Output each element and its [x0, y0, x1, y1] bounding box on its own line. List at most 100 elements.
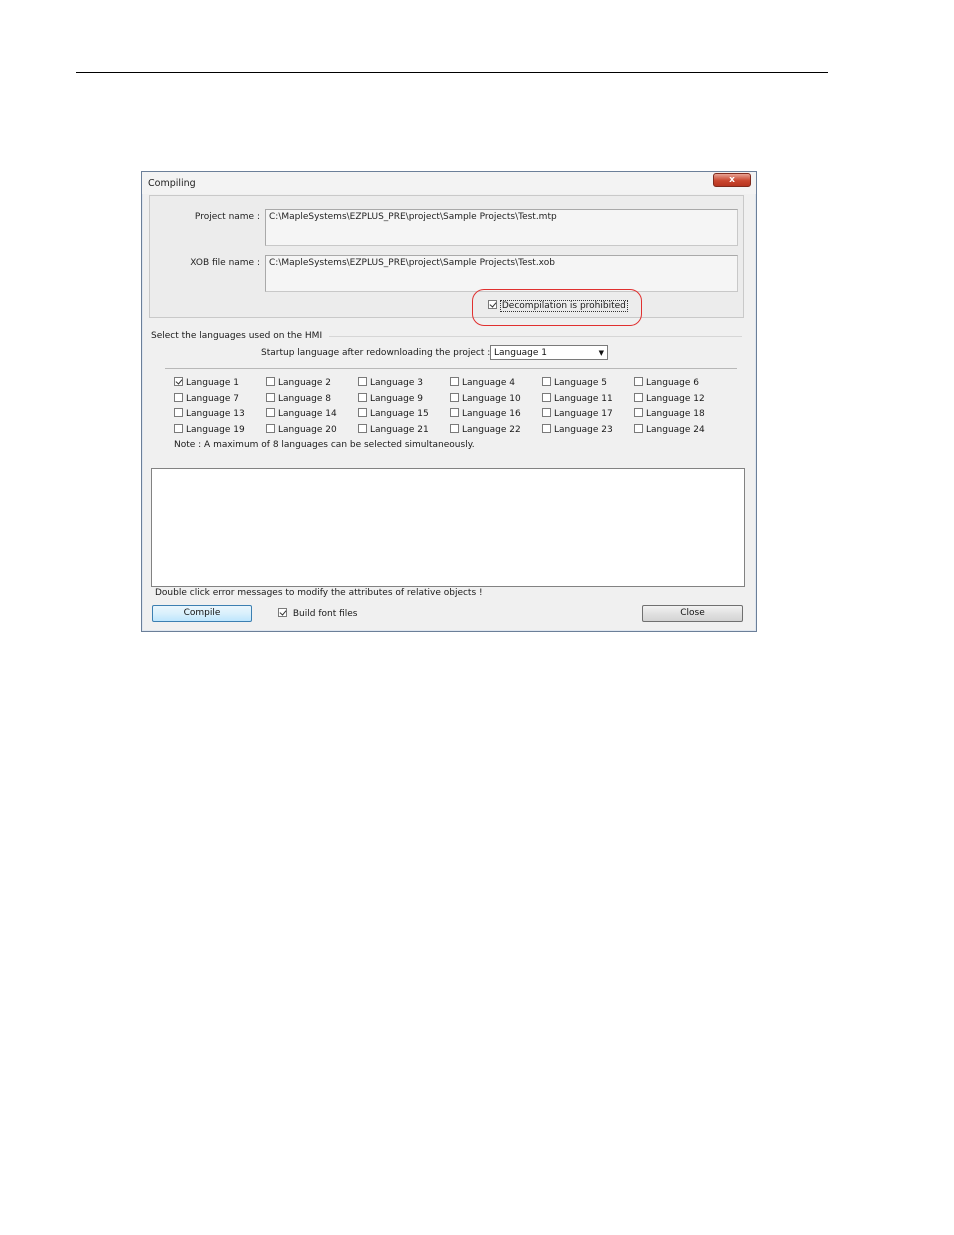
checkbox-icon[interactable]	[542, 377, 551, 386]
page-header-rule	[76, 72, 828, 73]
language-label: Language 10	[462, 393, 521, 404]
language-label: Language 24	[646, 424, 705, 435]
language-label: Language 15	[370, 409, 429, 419]
checkbox-icon[interactable]	[634, 377, 643, 386]
language-checkbox[interactable]: Language 19	[174, 423, 245, 435]
language-checkbox[interactable]: Language 3	[358, 377, 423, 388]
language-checkbox[interactable]: Language 4	[450, 377, 515, 388]
language-label: Language 20	[278, 424, 337, 435]
language-label: Language 23	[554, 424, 613, 435]
language-label: Language 14	[278, 409, 337, 419]
language-label: Language 19	[186, 424, 245, 435]
checkbox-icon[interactable]	[174, 377, 183, 386]
checkbox-icon[interactable]	[542, 392, 551, 402]
checkbox-icon[interactable]	[358, 408, 367, 417]
language-checkbox[interactable]: Language 18	[634, 408, 705, 419]
language-label: Language 1	[186, 378, 240, 388]
checkbox-icon[interactable]	[634, 423, 643, 433]
language-label: Language 16	[462, 409, 521, 419]
language-checkbox[interactable]: Language 8	[266, 392, 332, 404]
language-label: Language 18	[646, 409, 705, 419]
languages-group-title: Select the languages used on the HMI	[151, 331, 327, 341]
dropdown-arrow-icon[interactable]: ▼	[599, 349, 604, 357]
checkbox-icon[interactable]	[174, 392, 183, 402]
checkbox-icon[interactable]	[358, 377, 367, 386]
checkbox-icon[interactable]	[266, 377, 275, 386]
compiling-dialog: Compiling x Project name : C:\MapleSyste…	[141, 171, 757, 632]
language-checkbox[interactable]: Language 5	[542, 377, 607, 388]
language-label: Language 3	[370, 378, 424, 388]
language-label: Language 9	[370, 393, 424, 404]
language-label: Language 17	[554, 409, 613, 419]
checkbox-icon[interactable]	[450, 408, 459, 417]
checkbox-icon[interactable]	[266, 408, 275, 417]
language-checkbox[interactable]: Language 6	[634, 377, 699, 388]
error-hint-text: Double click error messages to modify th…	[155, 588, 483, 598]
error-message-list[interactable]	[151, 468, 745, 587]
language-checkbox[interactable]: Language 23	[542, 423, 613, 435]
startup-language-value: Language 1	[494, 348, 548, 358]
language-checkbox[interactable]: Language 12	[634, 392, 705, 404]
checkbox-icon[interactable]	[266, 392, 275, 402]
language-checkbox[interactable]: Language 1	[174, 377, 239, 388]
language-checkbox[interactable]: Language 15	[358, 408, 429, 419]
language-checkbox[interactable]: Language 13	[174, 408, 245, 419]
language-checkbox[interactable]: Language 24	[634, 423, 705, 435]
close-button[interactable]: Close	[642, 605, 743, 622]
language-checkbox[interactable]: Language 14	[266, 408, 337, 419]
languages-group: Select the languages used on the HMI Sta…	[151, 331, 742, 457]
language-label: Language 7	[186, 393, 240, 404]
project-name-label: Project name :	[194, 212, 260, 222]
language-label: Language 2	[278, 378, 332, 388]
checkbox-icon[interactable]	[542, 423, 551, 433]
close-window-icon[interactable]: x	[713, 173, 751, 187]
language-label: Language 5	[554, 378, 608, 388]
language-label: Language 12	[646, 393, 705, 404]
checkbox-icon[interactable]	[450, 423, 459, 433]
language-checkbox[interactable]: Language 7	[174, 392, 240, 404]
file-info-panel: Project name : C:\MapleSystems\EZPLUS_PR…	[149, 195, 744, 318]
language-checkbox[interactable]: Language 9	[358, 392, 424, 404]
language-label: Language 21	[370, 424, 429, 435]
checkbox-icon[interactable]	[358, 392, 367, 402]
language-label: Language 8	[278, 393, 332, 404]
xob-file-field: C:\MapleSystems\EZPLUS_PRE\project\Sampl…	[265, 255, 738, 292]
dialog-title: Compiling	[148, 178, 196, 189]
language-label: Language 6	[646, 378, 700, 388]
build-font-check-icon[interactable]	[278, 608, 287, 617]
language-checkbox[interactable]: Language 10	[450, 392, 521, 404]
decompilation-check-icon[interactable]	[488, 300, 497, 309]
language-checkbox[interactable]: Language 22	[450, 423, 521, 435]
checkbox-icon[interactable]	[450, 377, 459, 386]
separator	[165, 368, 737, 369]
language-checkbox[interactable]: Language 2	[266, 377, 331, 388]
language-label: Language 4	[462, 378, 516, 388]
checkbox-icon[interactable]	[174, 408, 183, 417]
language-label: Language 22	[462, 424, 521, 435]
decompilation-checkbox[interactable]: Decompilation is prohibited	[488, 300, 628, 312]
group-divider	[329, 336, 742, 337]
checkbox-icon[interactable]	[634, 408, 643, 417]
checkbox-icon[interactable]	[542, 408, 551, 417]
language-limit-note: Note : A maximum of 8 languages can be s…	[174, 440, 475, 450]
checkbox-icon[interactable]	[358, 423, 367, 433]
checkbox-icon[interactable]	[634, 392, 643, 402]
checkbox-icon[interactable]	[450, 392, 459, 402]
project-name-field: C:\MapleSystems\EZPLUS_PRE\project\Sampl…	[265, 209, 738, 246]
startup-language-label: Startup language after redownloading the…	[261, 348, 491, 358]
language-checkbox[interactable]: Language 20	[266, 423, 337, 435]
checkbox-icon[interactable]	[174, 423, 183, 433]
xob-file-label: XOB file name :	[190, 258, 260, 268]
title-bar[interactable]: Compiling x	[142, 172, 756, 194]
language-checkbox[interactable]: Language 21	[358, 423, 429, 435]
language-checkbox[interactable]: Language 11	[542, 392, 613, 404]
language-checkbox[interactable]: Language 17	[542, 408, 613, 419]
startup-language-select[interactable]: Language 1 ▼	[490, 345, 608, 360]
build-font-checkbox[interactable]: Build font files	[278, 608, 358, 619]
language-label: Language 11	[554, 393, 613, 404]
compile-button[interactable]: Compile	[152, 605, 252, 622]
build-font-label: Build font files	[292, 609, 358, 619]
language-checkbox[interactable]: Language 16	[450, 408, 521, 419]
checkbox-icon[interactable]	[266, 423, 275, 433]
language-label: Language 13	[186, 409, 245, 419]
